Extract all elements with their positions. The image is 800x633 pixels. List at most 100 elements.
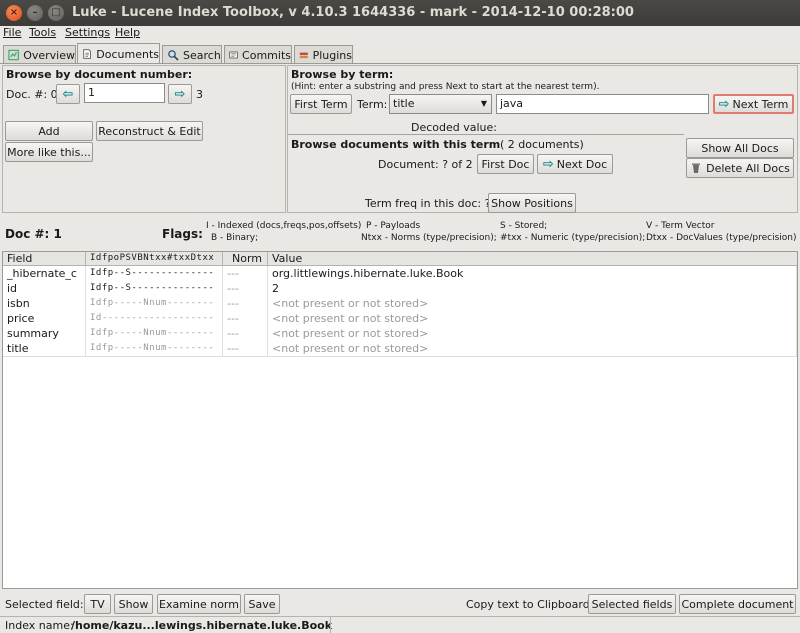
field-value: <not present or not stored> bbox=[268, 326, 797, 341]
browse-by-number-panel: Browse by document number: Doc. #: 0 ⇦ 1… bbox=[2, 65, 286, 213]
field-name: isbn bbox=[3, 296, 86, 311]
doc-number-input[interactable]: 1 bbox=[84, 83, 165, 103]
browse-docs-count: ( 2 documents) bbox=[500, 138, 584, 151]
window-title: Luke - Lucene Index Toolbox, v 4.10.3 16… bbox=[72, 5, 634, 20]
field-name: summary bbox=[3, 326, 86, 341]
tv-button[interactable]: TV bbox=[84, 594, 111, 614]
max-doc-label: 3 bbox=[196, 88, 203, 101]
menu-tools[interactable]: Tools bbox=[29, 26, 56, 39]
flag-term-vector: V - Term Vector bbox=[646, 221, 715, 231]
index-path: /home/kazu...lewings.hibernate.luke.Book bbox=[71, 619, 333, 632]
field-norm: --- bbox=[223, 326, 268, 341]
field-name: id bbox=[3, 281, 86, 296]
doc-number-display: Doc #: 1 bbox=[5, 227, 62, 241]
doc-number-label: Doc. #: 0 bbox=[6, 88, 58, 101]
tab-overview-label: Overview bbox=[23, 48, 75, 62]
browse-number-title: Browse by document number: bbox=[6, 68, 193, 81]
flag-norms: Ntxx - Norms (type/precision); bbox=[361, 233, 497, 243]
documents-icon bbox=[83, 49, 91, 59]
bottom-action-bar: Selected field: TV Show Examine norm Sav… bbox=[0, 593, 800, 615]
arrow-right-icon: ⇨ bbox=[174, 86, 186, 102]
tab-plugins[interactable]: Plugins bbox=[294, 45, 353, 64]
next-doc-button[interactable]: ⇨ Next Doc bbox=[537, 154, 613, 174]
doc-info-bar: Doc #: 1 Flags: I - Indexed (docs,freqs,… bbox=[0, 218, 800, 250]
column-header-flags[interactable]: IdfpoPSVBNtxx#txxDtxx bbox=[86, 252, 223, 266]
prev-doc-button[interactable]: ⇦ bbox=[56, 84, 80, 104]
search-icon bbox=[168, 50, 179, 61]
chevron-down-icon: ▼ bbox=[480, 99, 487, 108]
save-button[interactable]: Save bbox=[244, 594, 280, 614]
window-minimize-button[interactable]: – bbox=[27, 5, 43, 21]
flag-docvalues: Dtxx - DocValues (type/precision) bbox=[646, 233, 797, 243]
menu-help[interactable]: Help bbox=[115, 26, 140, 39]
table-row-divider bbox=[3, 356, 797, 357]
tab-search[interactable]: Search bbox=[162, 45, 222, 64]
column-header-norm[interactable]: Norm bbox=[223, 252, 268, 266]
field-name: _hibernate_c bbox=[3, 266, 86, 281]
first-doc-button[interactable]: First Doc bbox=[477, 154, 534, 174]
first-term-button[interactable]: First Term bbox=[290, 94, 352, 114]
field-value: org.littlewings.hibernate.luke.Book bbox=[268, 266, 797, 281]
field-value: <not present or not stored> bbox=[268, 341, 797, 356]
next-doc-number-button[interactable]: ⇨ bbox=[168, 84, 192, 104]
tab-bar: Overview Documents Search Commits Plugin… bbox=[0, 43, 800, 64]
table-row[interactable]: id Idfp--S-------------- --- 2 bbox=[3, 281, 797, 296]
status-bar: Index name: /home/kazu...lewings.hiberna… bbox=[0, 616, 800, 633]
window-maximize-button[interactable]: □ bbox=[48, 5, 64, 21]
menu-bar: File Tools Settings Help bbox=[0, 26, 800, 41]
tab-commits[interactable]: Commits bbox=[224, 45, 292, 64]
delete-all-docs-button[interactable]: Delete All Docs bbox=[686, 158, 794, 178]
browse-docs-title: Browse documents with this term bbox=[291, 138, 501, 151]
table-row[interactable]: _hibernate_c Idfp--S-------------- --- o… bbox=[3, 266, 797, 281]
table-row[interactable]: isbn Idfp-----Nnum-------- --- <not pres… bbox=[3, 296, 797, 311]
delete-all-docs-label: Delete All Docs bbox=[706, 161, 790, 175]
field-norm: --- bbox=[223, 296, 268, 311]
next-term-button[interactable]: ⇨ Next Term bbox=[713, 94, 794, 114]
window-close-button[interactable]: × bbox=[6, 5, 22, 21]
field-flags: Id------------------- bbox=[86, 311, 223, 326]
menu-file[interactable]: File bbox=[3, 26, 21, 39]
field-value: <not present or not stored> bbox=[268, 296, 797, 311]
tab-plugins-label: Plugins bbox=[312, 48, 352, 62]
field-norm: --- bbox=[223, 281, 268, 296]
tab-commits-label: Commits bbox=[242, 48, 291, 62]
decoded-value-label: Decoded value: bbox=[411, 121, 497, 134]
show-positions-button[interactable]: Show Positions bbox=[488, 193, 576, 213]
table-row[interactable]: summary Idfp-----Nnum-------- --- <not p… bbox=[3, 326, 797, 341]
add-button[interactable]: Add bbox=[5, 121, 93, 141]
term-input[interactable]: java bbox=[496, 94, 709, 114]
tab-overview[interactable]: Overview bbox=[3, 45, 76, 64]
flag-stored: S - Stored; bbox=[500, 221, 548, 231]
field-flags: Idfp-----Nnum-------- bbox=[86, 326, 223, 341]
show-all-docs-button[interactable]: Show All Docs bbox=[686, 138, 794, 158]
flags-label: Flags: bbox=[162, 227, 203, 241]
title-bar: × – □ Luke - Lucene Index Toolbox, v 4.1… bbox=[0, 0, 800, 26]
field-flags: Idfp-----Nnum-------- bbox=[86, 341, 223, 356]
tab-documents[interactable]: Documents bbox=[77, 43, 160, 64]
show-button[interactable]: Show bbox=[114, 594, 153, 614]
section-divider bbox=[288, 134, 684, 135]
overview-icon bbox=[8, 49, 19, 61]
more-like-this-button[interactable]: More like this... bbox=[5, 142, 93, 162]
field-name: price bbox=[3, 311, 86, 326]
column-header-field[interactable]: Field bbox=[3, 252, 86, 266]
index-name-label: Index name: bbox=[5, 619, 74, 632]
next-term-label: Next Term bbox=[732, 97, 789, 111]
selected-field-label: Selected field: bbox=[5, 598, 84, 611]
browse-term-hint: (Hint: enter a substring and press Next … bbox=[291, 82, 600, 92]
field-select[interactable]: title ▼ bbox=[389, 94, 492, 114]
column-header-value[interactable]: Value bbox=[268, 252, 797, 266]
menu-settings[interactable]: Settings bbox=[65, 26, 110, 39]
reconstruct-edit-button[interactable]: Reconstruct & Edit bbox=[96, 121, 203, 141]
copy-complete-document-button[interactable]: Complete document bbox=[679, 594, 796, 614]
term-freq-label: Term freq in this doc: ? bbox=[365, 197, 491, 210]
examine-norm-button[interactable]: Examine norm bbox=[157, 594, 241, 614]
tab-documents-label: Documents bbox=[96, 47, 159, 61]
plugins-icon bbox=[299, 52, 308, 59]
tab-divider bbox=[0, 63, 800, 64]
copy-clipboard-label: Copy text to Clipboard: bbox=[466, 598, 594, 611]
table-row[interactable]: title Idfp-----Nnum-------- --- <not pre… bbox=[3, 341, 797, 356]
browse-by-term-panel: Browse by term: (Hint: enter a substring… bbox=[287, 65, 798, 213]
copy-selected-fields-button[interactable]: Selected fields bbox=[588, 594, 676, 614]
table-row[interactable]: price Id------------------- --- <not pre… bbox=[3, 311, 797, 326]
